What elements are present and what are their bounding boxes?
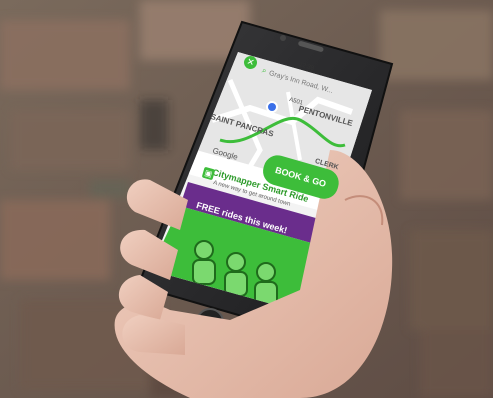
photo-scene: Gray's Inn Road, W... 12:38 PENTONVILLE … bbox=[0, 0, 493, 398]
